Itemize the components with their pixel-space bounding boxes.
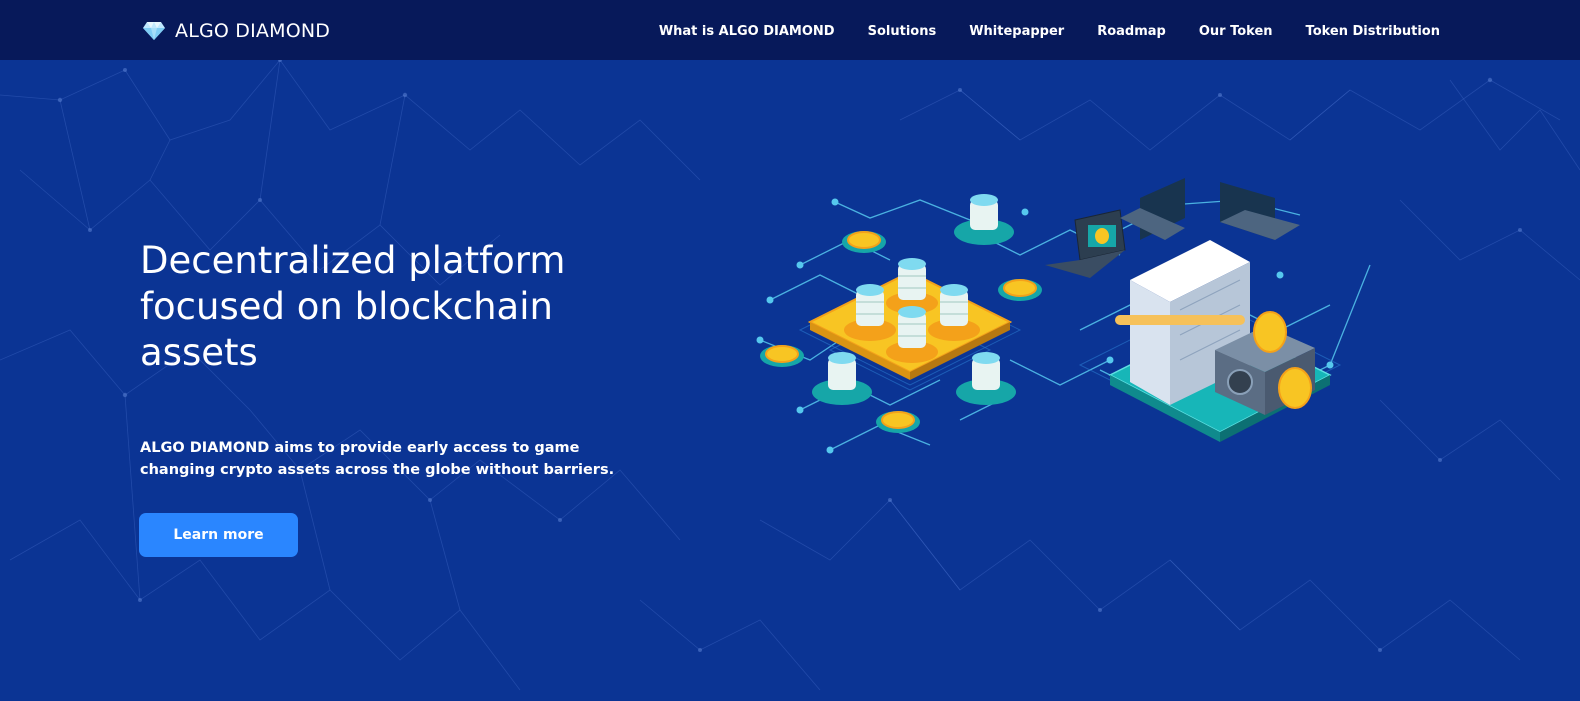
- nav-item-whitepaper[interactable]: Whitepapper: [969, 24, 1064, 39]
- nav-item-token-distribution[interactable]: Token Distribution: [1306, 24, 1440, 39]
- hero-title: Decentralized platform focused on blockc…: [140, 239, 566, 374]
- hero-description: ALGO DIAMOND aims to provide early acces…: [140, 440, 615, 478]
- brand-name: ALGO DIAMOND: [175, 20, 331, 42]
- learn-more-button[interactable]: Learn more: [139, 513, 298, 557]
- nav-menu: What is ALGO DIAMOND Solutions Whitepapp…: [659, 22, 1440, 40]
- nav-item-roadmap[interactable]: Roadmap: [1097, 24, 1166, 39]
- diamond-icon: [143, 22, 165, 40]
- top-navbar: ALGO DIAMOND What is ALGO DIAMOND Soluti…: [0, 0, 1580, 60]
- blockchain-mining-illustration: [756, 178, 1371, 454]
- brand-link[interactable]: ALGO DIAMOND: [143, 18, 330, 44]
- nav-item-what-is[interactable]: What is ALGO DIAMOND: [659, 24, 835, 39]
- nav-item-solutions[interactable]: Solutions: [868, 24, 937, 39]
- nav-item-our-token[interactable]: Our Token: [1199, 24, 1273, 39]
